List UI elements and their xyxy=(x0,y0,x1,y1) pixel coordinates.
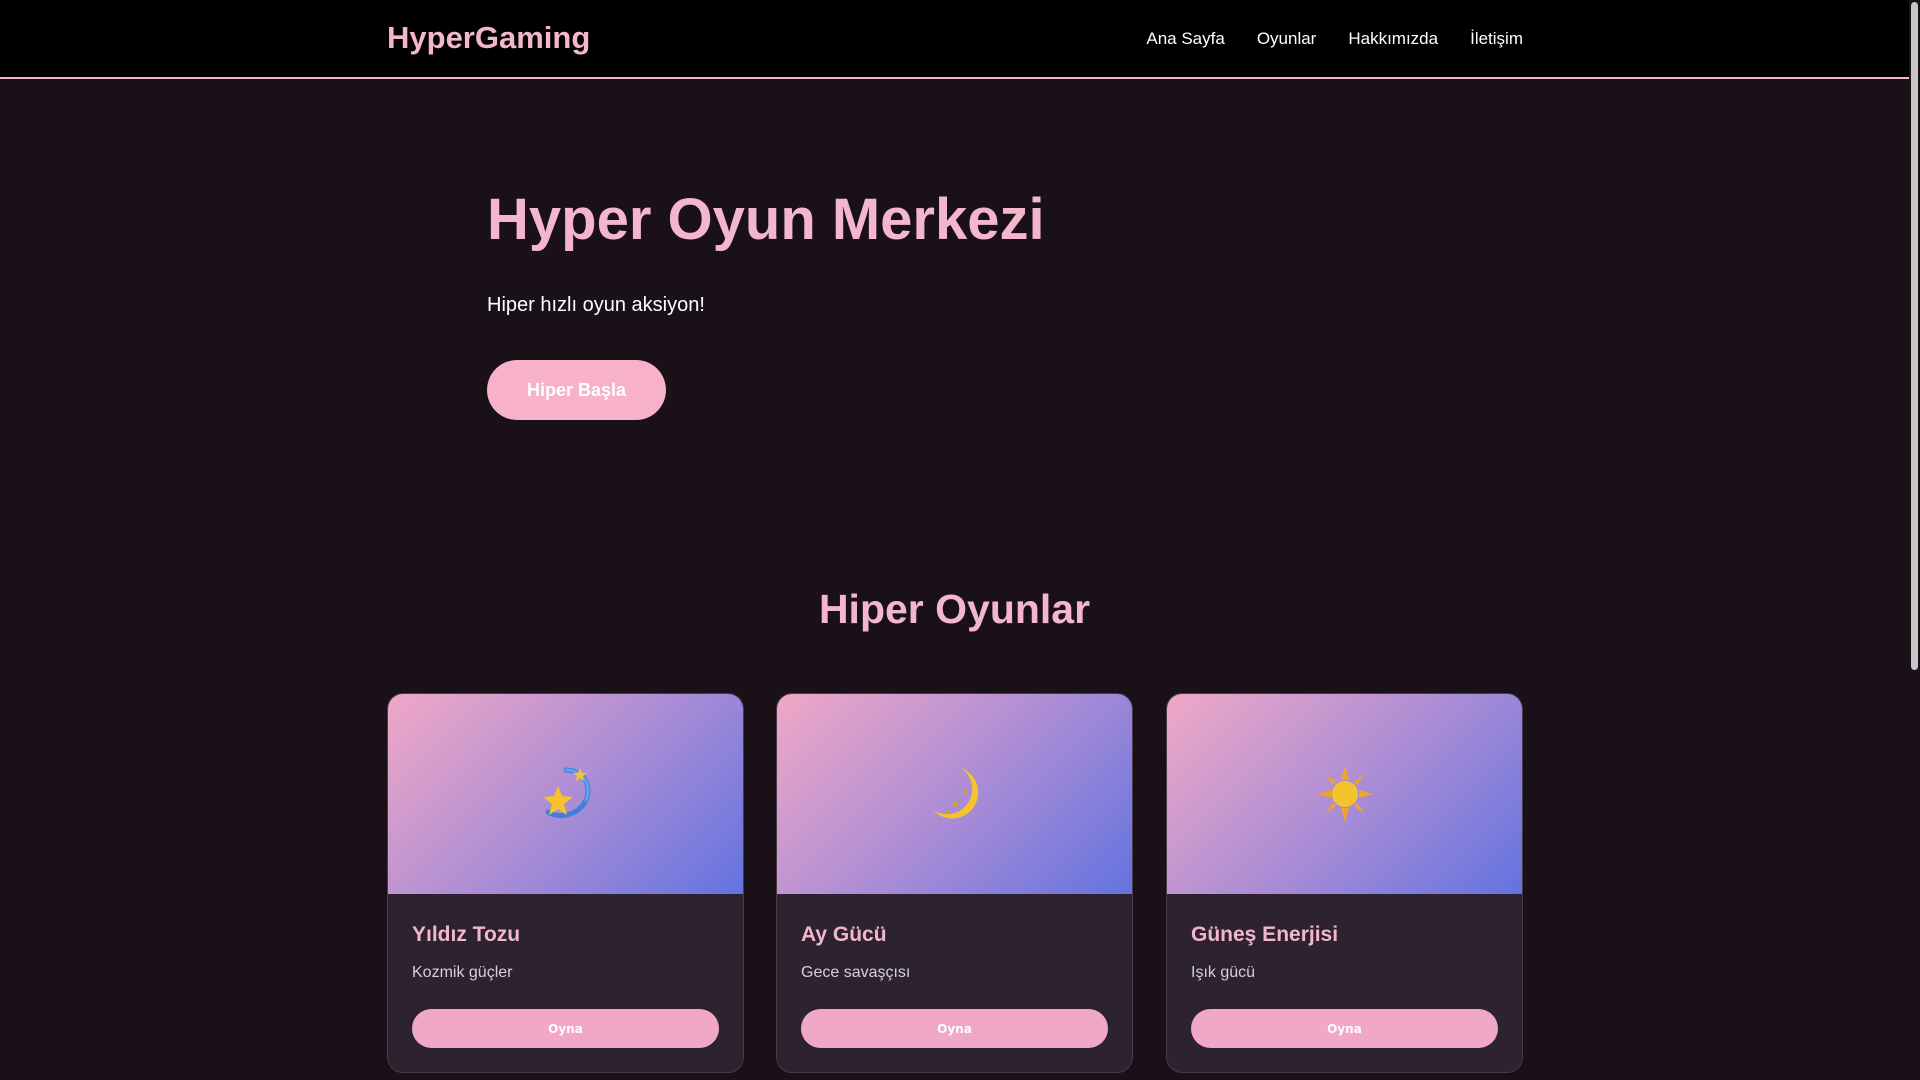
hero-subtitle: Hiper hızlı oyun aksiyon! xyxy=(487,294,705,316)
hero-title: Hyper Oyun Merkezi xyxy=(487,187,1045,252)
game-card-title: Ay Gücü xyxy=(801,923,887,946)
play-button[interactable]: Oyna xyxy=(801,1009,1108,1048)
nav-link-home[interactable]: Ana Sayfa xyxy=(1146,29,1224,49)
main-nav: Ana Sayfa Oyunlar Hakkımızda İletişim xyxy=(1146,0,1523,77)
dizzy-star-icon xyxy=(542,767,590,818)
game-card-title: Yıldız Tozu xyxy=(412,923,521,946)
nav-link-about[interactable]: Hakkımızda xyxy=(1348,29,1438,49)
game-card-description: Gece savaşçısı xyxy=(801,964,911,981)
play-button[interactable]: Oyna xyxy=(412,1009,719,1048)
crescent-moon-icon xyxy=(932,768,978,819)
site-header: HyperGaming Ana Sayfa Oyunlar Hakkımızda… xyxy=(0,0,1909,79)
games-section-title: Hiper Oyunlar xyxy=(818,586,1091,632)
game-card-title: Güneş Enerjisi xyxy=(1191,923,1339,946)
nav-link-contact[interactable]: İletişim xyxy=(1470,29,1523,49)
game-card-stardust[interactable]: Yıldız Tozu Kozmik güçler Oyna xyxy=(387,693,744,1073)
play-button[interactable]: Oyna xyxy=(1191,1009,1498,1048)
game-card-image xyxy=(388,694,743,894)
sun-icon xyxy=(1316,766,1373,822)
game-card-solar-energy[interactable]: Güneş Enerjisi Işık gücü Oyna xyxy=(1166,693,1523,1073)
hero-start-button[interactable]: Hiper Başla xyxy=(487,360,666,420)
game-card-moon-power[interactable]: Ay Gücü Gece savaşçısı Oyna xyxy=(776,693,1133,1073)
game-card-image xyxy=(777,694,1132,894)
scrollbar-thumb[interactable] xyxy=(1911,2,1918,670)
game-card-description: Kozmik güçler xyxy=(412,964,513,981)
page-scrollbar[interactable] xyxy=(1909,0,1920,1080)
game-card-image xyxy=(1167,694,1522,894)
nav-link-games[interactable]: Oyunlar xyxy=(1257,29,1317,49)
brand-logo[interactable]: HyperGaming xyxy=(387,20,590,56)
page: HyperGaming Ana Sayfa Oyunlar Hakkımızda… xyxy=(0,0,1920,1080)
game-card-description: Işık gücü xyxy=(1191,964,1256,981)
